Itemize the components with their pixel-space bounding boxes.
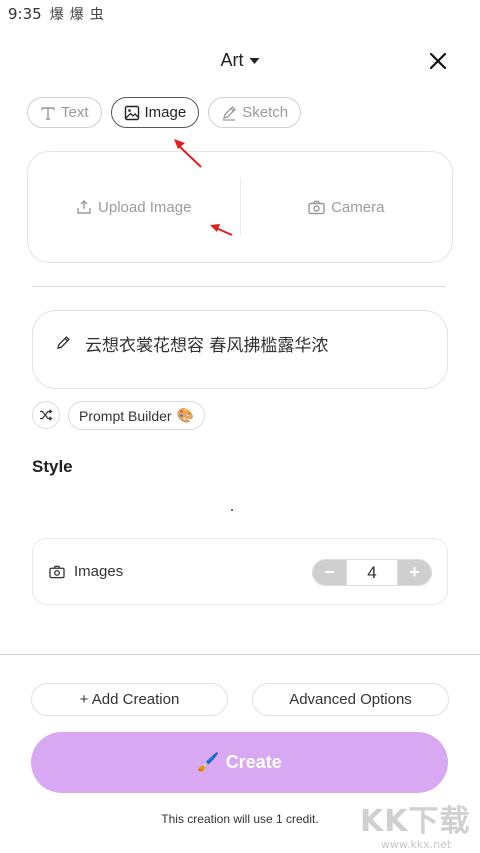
status-icons: 爆 爆 虫 — [50, 4, 104, 24]
divider — [0, 654, 480, 655]
tab-label: Sketch — [242, 104, 289, 121]
notification-icon: 爆 — [69, 7, 84, 23]
mode-tabs: Text Image Sketch — [27, 97, 302, 128]
images-count-card: Images − 4 + — [32, 538, 448, 605]
prompt-builder-button[interactable]: Prompt Builder 🎨 — [68, 401, 206, 430]
upload-icon — [77, 200, 91, 214]
page-title: Art — [220, 50, 244, 70]
watermark-logo: KK下载 www.kkx.net — [360, 796, 472, 851]
tab-image[interactable]: Image — [110, 97, 200, 128]
upload-card: Upload Image Camera — [27, 151, 453, 263]
palette-icon: 🎨 — [176, 407, 195, 423]
quantity-stepper: − 4 + — [312, 559, 432, 586]
close-icon — [429, 52, 447, 70]
upload-image-button[interactable]: Upload Image — [28, 152, 240, 262]
divider — [32, 286, 446, 287]
category-dropdown[interactable]: Art — [220, 50, 260, 71]
decrement-button[interactable]: − — [313, 560, 346, 585]
add-creation-button[interactable]: + Add Creation — [31, 683, 228, 716]
header: Art — [0, 48, 480, 78]
increment-button[interactable]: + — [398, 560, 431, 585]
tab-label: Image — [144, 104, 187, 121]
camera-icon — [308, 200, 325, 214]
text-icon — [41, 106, 55, 120]
notification-icon: 爆 — [49, 7, 64, 23]
upload-label: Upload Image — [98, 198, 192, 216]
shuffle-icon — [40, 409, 53, 421]
create-button[interactable]: 🖌️ Create — [31, 732, 448, 793]
prompt-input[interactable]: 云想衣裳花想容 春风拂槛露华浓 — [32, 310, 448, 389]
shuffle-button[interactable] — [32, 401, 60, 429]
tab-label: Text — [61, 104, 89, 121]
images-label: Images — [74, 563, 124, 580]
tab-text[interactable]: Text — [27, 97, 102, 128]
image-icon — [124, 105, 139, 120]
chevron-down-icon — [249, 57, 260, 64]
quantity-value: 4 — [346, 560, 398, 585]
advanced-options-button[interactable]: Advanced Options — [252, 683, 449, 716]
brush-icon: 🖌️ — [197, 752, 220, 772]
create-label: Create — [225, 752, 282, 772]
tab-sketch[interactable]: Sketch — [208, 97, 302, 128]
watermark-text: KK下载 — [360, 804, 471, 839]
camera-button[interactable]: Camera — [241, 152, 453, 262]
loading-dot — [231, 509, 233, 511]
pencil-icon — [57, 335, 70, 349]
style-heading: Style — [32, 457, 73, 476]
prompt-builder-label: Prompt Builder — [79, 407, 172, 424]
status-time: 9:35 — [8, 5, 42, 23]
close-button[interactable] — [426, 48, 450, 74]
camera-label: Camera — [331, 198, 385, 216]
notification-icon: 虫 — [89, 7, 104, 23]
pencil-icon — [223, 105, 237, 121]
prompt-text: 云想衣裳花想容 春风拂槛露华浓 — [85, 336, 329, 356]
status-bar: 9:35 爆 爆 虫 — [0, 0, 480, 28]
camera-icon — [49, 565, 65, 578]
